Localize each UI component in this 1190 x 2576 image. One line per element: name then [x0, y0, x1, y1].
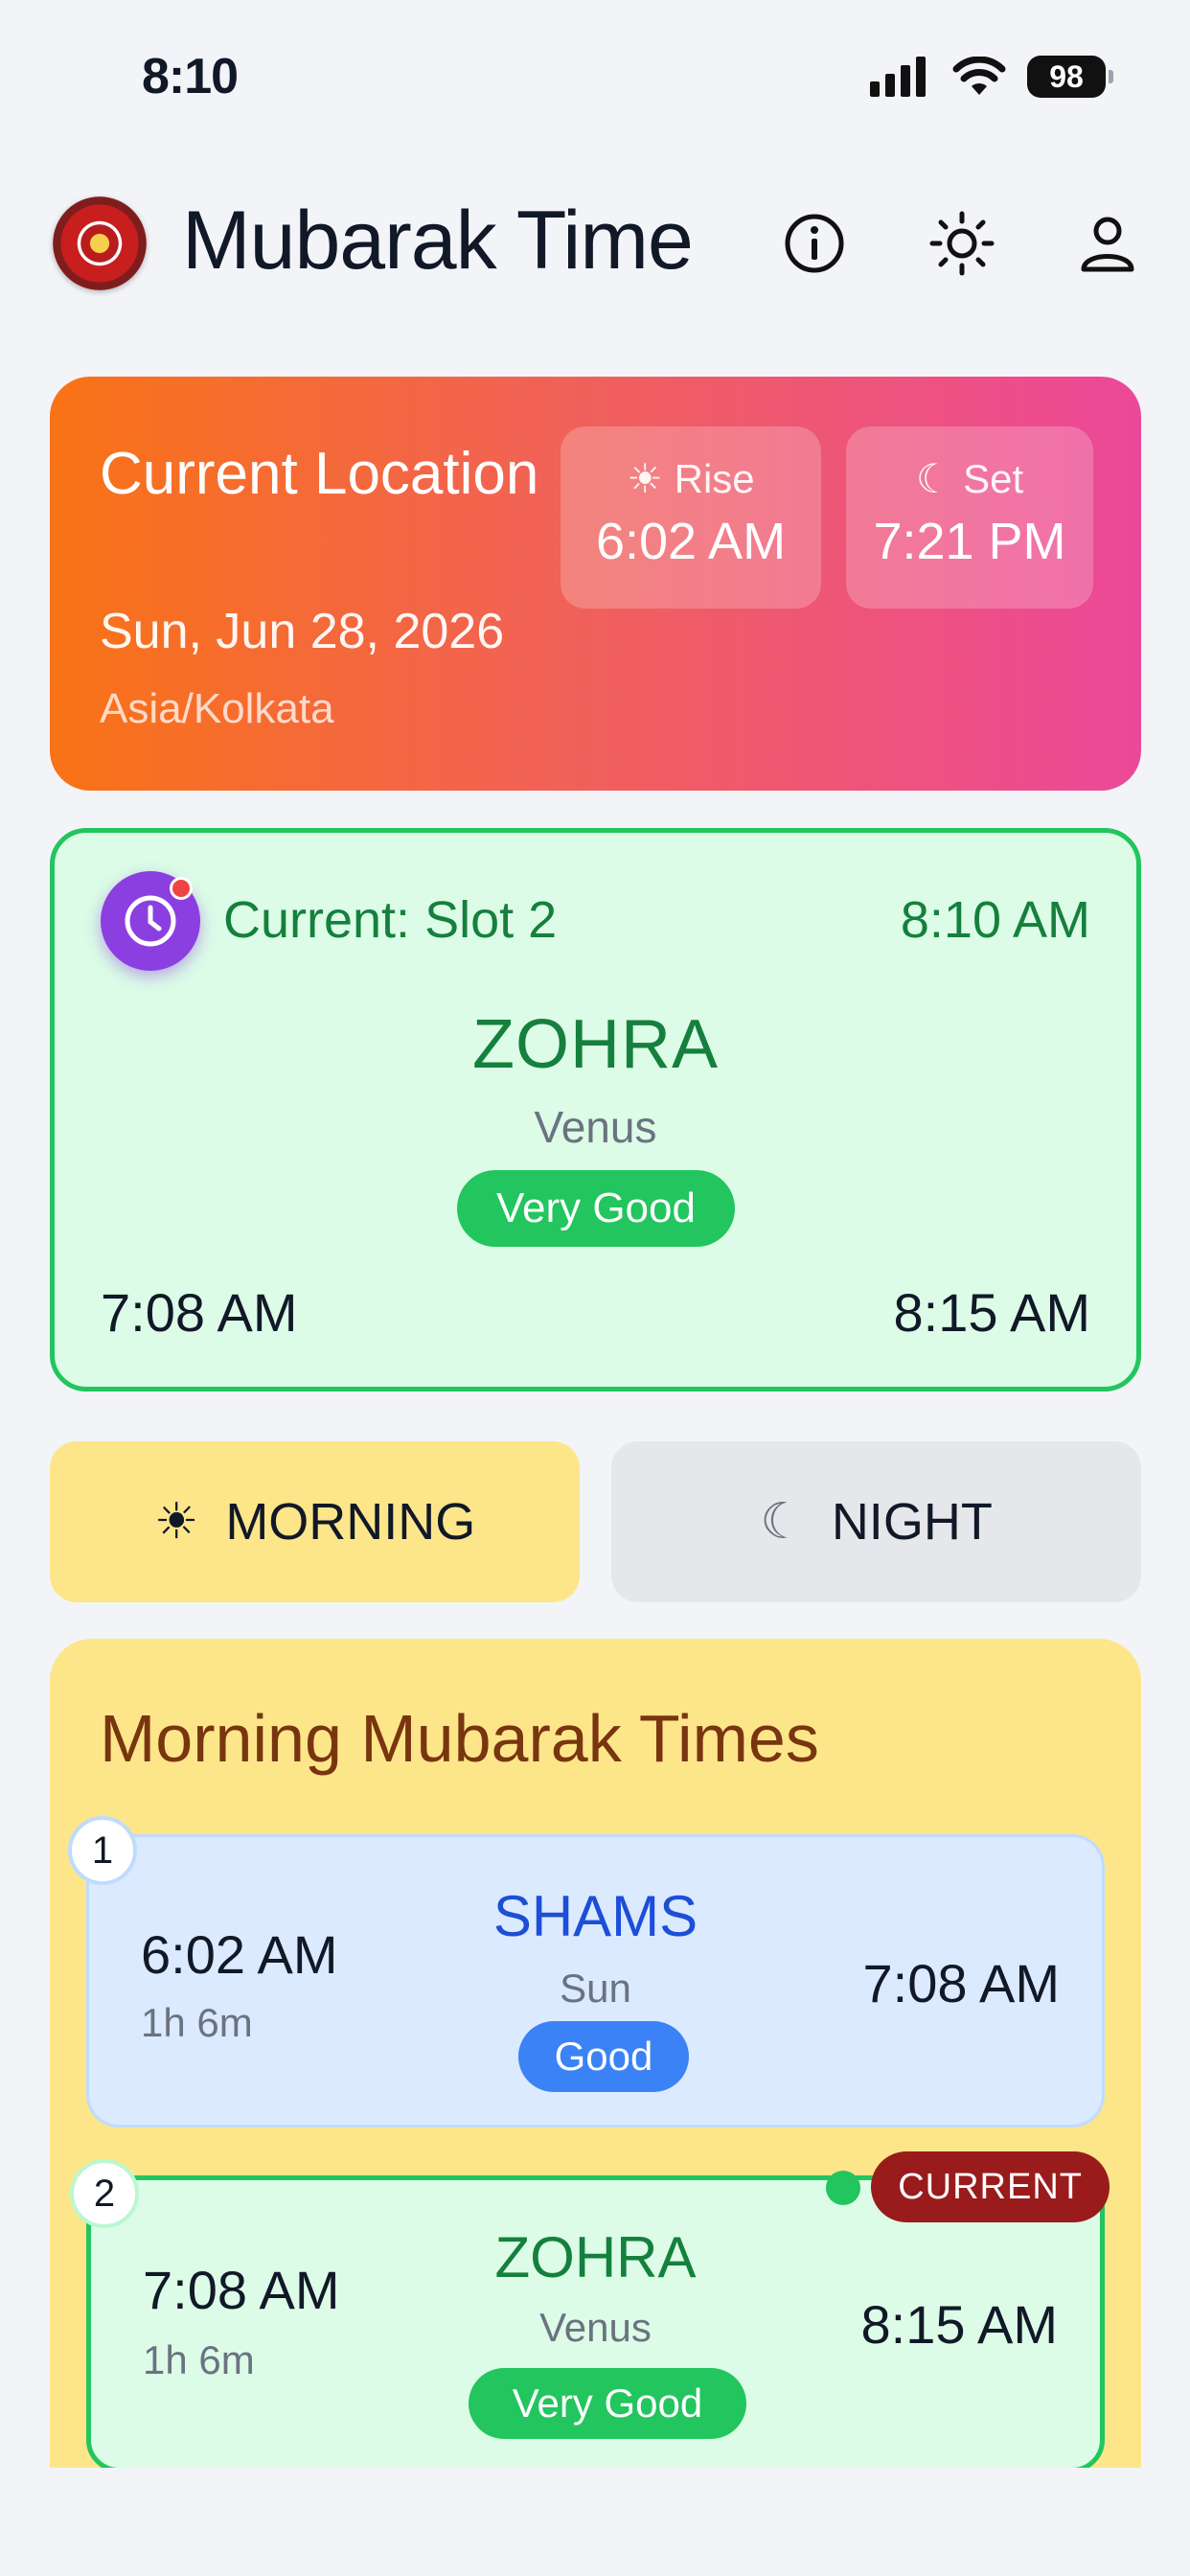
- location-title: Current Location: [100, 441, 539, 507]
- sunset-time: 7:21 PM: [873, 513, 1066, 570]
- slot-quality-badge: Good: [518, 2021, 689, 2092]
- night-label: NIGHT: [831, 1493, 993, 1551]
- status-time: 8:10: [142, 49, 239, 104]
- live-indicator-dot: [826, 2171, 860, 2205]
- current-quality-badge: Very Good: [457, 1170, 735, 1247]
- status-bar: 8:10 98: [0, 0, 1190, 144]
- slot-end-time: 7:08 AM: [862, 1953, 1060, 2013]
- time-slot-card[interactable]: 1 6:02 AM 1h 6m SHAMS Sun Good 7:08 AM: [68, 1816, 1105, 2128]
- status-icons: 98: [870, 56, 1113, 98]
- slot-number: 1: [68, 1816, 137, 1885]
- clock-badge: [101, 871, 200, 971]
- sunrise-time: 6:02 AM: [595, 513, 787, 570]
- slot-number: 2: [70, 2159, 139, 2228]
- cellular-signal-icon: [870, 57, 926, 97]
- location-timezone: Asia/Kolkata: [100, 685, 334, 732]
- user-icon: [1081, 217, 1134, 272]
- sunrise-label: ☀ Rise: [627, 456, 755, 501]
- info-icon: [785, 214, 844, 273]
- current-slot-card[interactable]: Current: Slot 2 8:10 AM ZOHRA Venus Very…: [50, 828, 1141, 1392]
- slot-end-time: 8:15 AM: [860, 2294, 1058, 2355]
- notification-dot: [170, 877, 193, 900]
- slot-planet: SHAMS: [492, 1884, 698, 1948]
- current-planet-english: Venus: [534, 1102, 657, 1152]
- night-toggle-button[interactable]: ☾ NIGHT: [611, 1441, 1141, 1602]
- current-time: 8:10 AM: [900, 891, 1090, 949]
- current-badge: CURRENT: [871, 2151, 1110, 2222]
- sun-icon: ☀: [153, 1494, 199, 1550]
- sunset-label: ☾ Set: [915, 456, 1024, 501]
- current-planet: ZOHRA: [472, 1006, 719, 1083]
- theme-toggle-button[interactable]: [922, 203, 1002, 284]
- clock-icon: [125, 895, 176, 947]
- app-logo: [53, 196, 147, 290]
- morning-label: MORNING: [225, 1493, 476, 1551]
- sunrise-box: ☀ Rise 6:02 AM: [561, 426, 821, 609]
- sun-icon: [929, 211, 995, 276]
- wifi-icon: [952, 57, 1006, 95]
- app-header: Mubarak Time: [0, 182, 1190, 307]
- section-title: Morning Mubarak Times: [100, 1701, 819, 1776]
- info-button[interactable]: [774, 203, 855, 284]
- current-end-time: 8:15 AM: [893, 1282, 1090, 1343]
- bottom-background: [0, 2468, 1190, 2576]
- location-date: Sun, Jun 28, 2026: [100, 604, 505, 659]
- app-title: Mubarak Time: [182, 195, 694, 287]
- morning-times-section: Morning Mubarak Times 1 6:02 AM 1h 6m SH…: [50, 1639, 1141, 2576]
- battery-icon: 98: [1027, 56, 1113, 98]
- location-card: Current Location Sun, Jun 28, 2026 Asia/…: [50, 377, 1141, 791]
- current-start-time: 7:08 AM: [101, 1282, 298, 1343]
- slot-quality-badge: Very Good: [469, 2368, 746, 2439]
- sunset-box: ☾ Set 7:21 PM: [846, 426, 1093, 609]
- morning-toggle-button[interactable]: ☀ MORNING: [50, 1441, 580, 1602]
- current-slot-label: Current: Slot 2: [223, 891, 558, 949]
- moon-icon: ☾: [760, 1494, 805, 1550]
- page: 8:10 98 Mubarak Time Current Location Su…: [0, 0, 1190, 2576]
- time-slot-card[interactable]: 2 CURRENT 7:08 AM 1h 6m ZOHRA Venus Very…: [70, 2151, 1110, 2472]
- slot-planet: ZOHRA: [494, 2225, 697, 2289]
- profile-button[interactable]: [1067, 203, 1148, 284]
